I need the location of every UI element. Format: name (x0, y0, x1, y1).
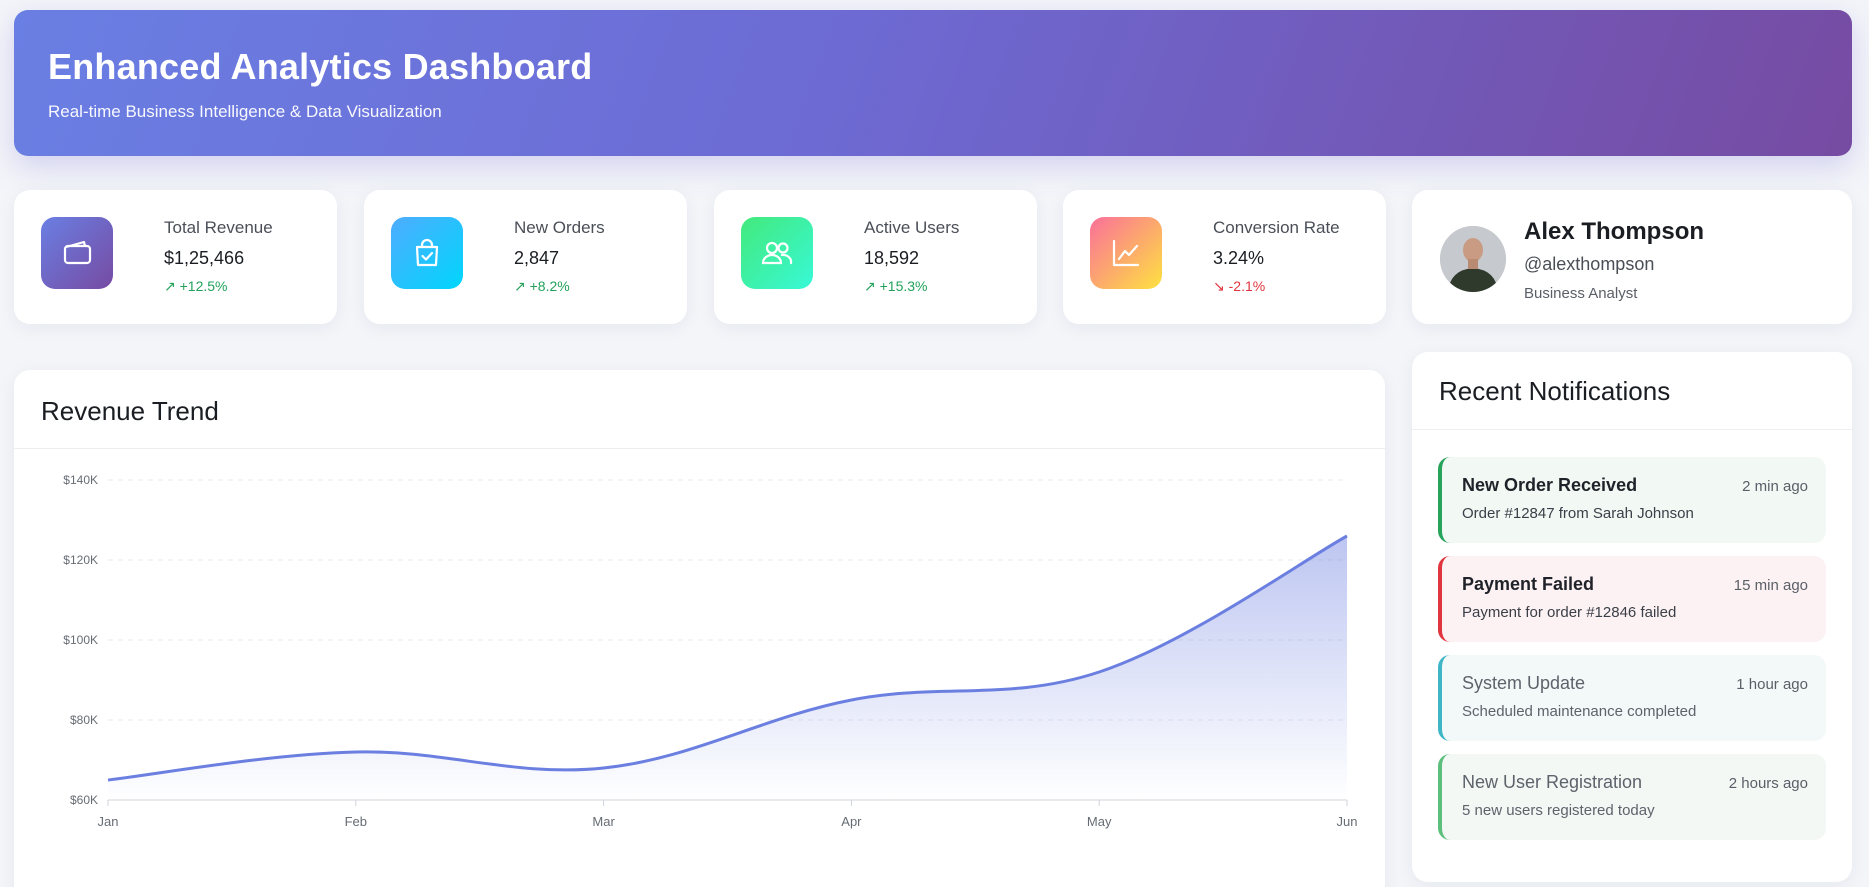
notification-item-new-user-registration[interactable]: New User Registration 2 hours ago 5 new … (1438, 754, 1826, 840)
notification-item-payment-failed[interactable]: Payment Failed 15 min ago Payment for or… (1438, 556, 1826, 642)
notification-title: Payment Failed (1462, 574, 1595, 594)
page-title: Enhanced Analytics Dashboard (48, 46, 593, 87)
notification-message: 5 new users registered today (1462, 802, 1655, 819)
y-tick-label: $120K (63, 553, 98, 567)
stat-change: ↗ +12.5% (164, 278, 228, 294)
stat-value: 3.24% (1213, 248, 1265, 268)
x-tick-label: Jan (98, 814, 119, 829)
user-profile-card[interactable]: Alex Thompson @alexthompson Business Ana… (1412, 190, 1852, 324)
revenue-area (108, 536, 1347, 800)
notification-time: 2 min ago (1742, 478, 1808, 495)
avatar[interactable] (1440, 226, 1506, 292)
page-subtitle: Real-time Business Intelligence & Data V… (48, 102, 442, 121)
notification-time: 15 min ago (1733, 577, 1808, 594)
stat-card-conversion-rate[interactable]: Conversion Rate 3.24% ↘ -2.1% (1063, 190, 1386, 324)
x-tick-label: Jun (1337, 814, 1358, 829)
stat-change: ↗ +8.2% (514, 278, 570, 294)
stat-label: New Orders (514, 218, 605, 237)
revenue-chart: $60K $80K $100K $120K $140K Jan Feb Mar Apr May Ju… (63, 473, 1358, 829)
notifications-panel: Recent Notifications New Order Received … (1412, 352, 1852, 882)
notification-title: New Order Received (1462, 475, 1638, 495)
stat-change: ↗ +15.3% (864, 278, 928, 294)
x-tick-label: Feb (345, 814, 367, 829)
notification-time: 2 hours ago (1728, 775, 1808, 792)
stat-card-new-orders[interactable]: New Orders 2,847 ↗ +8.2% (364, 190, 687, 324)
stat-value: $1,25,466 (164, 248, 245, 268)
stat-change: ↘ -2.1% (1213, 278, 1266, 294)
stat-label: Total Revenue (164, 218, 273, 237)
profile-handle: @alexthompson (1524, 254, 1655, 274)
shopping-bag-icon (391, 217, 463, 289)
stat-card-total-revenue[interactable]: Total Revenue $1,25,466 ↗ +12.5% (14, 190, 337, 324)
notification-message: Scheduled maintenance completed (1462, 703, 1697, 720)
profile-role: Business Analyst (1524, 285, 1638, 302)
chart-title: Revenue Trend (41, 396, 219, 426)
notification-time: 1 hour ago (1736, 676, 1808, 693)
notification-item-system-update[interactable]: System Update 1 hour ago Scheduled maint… (1438, 655, 1826, 741)
notification-title: System Update (1462, 673, 1586, 693)
users-icon (741, 217, 813, 289)
revenue-trend-card: Revenue Trend $60K $80K $100K $120K $140K Jan… (14, 370, 1385, 887)
stat-label: Active Users (864, 218, 960, 237)
y-tick-label: $60K (70, 793, 98, 807)
wallet-icon (41, 217, 113, 289)
profile-name: Alex Thompson (1524, 218, 1705, 245)
y-tick-label: $80K (70, 713, 98, 727)
line-chart-icon (1090, 217, 1162, 289)
stat-value: 2,847 (514, 248, 560, 268)
notification-message: Order #12847 from Sarah Johnson (1462, 505, 1694, 522)
stat-value: 18,592 (864, 248, 920, 268)
stat-card-active-users[interactable]: Active Users 18,592 ↗ +15.3% (714, 190, 1037, 324)
y-tick-label: $100K (63, 633, 98, 647)
notification-message: Payment for order #12846 failed (1462, 604, 1677, 621)
notifications-title: Recent Notifications (1439, 376, 1671, 406)
x-tick-label: May (1087, 814, 1112, 829)
notification-title: New User Registration (1462, 772, 1643, 792)
y-tick-label: $140K (63, 473, 98, 487)
stat-label: Conversion Rate (1213, 218, 1340, 237)
x-tick-label: Mar (592, 814, 615, 829)
dashboard-header: Enhanced Analytics Dashboard Real-time B… (14, 10, 1852, 156)
notification-item-new-order[interactable]: New Order Received 2 min ago Order #1284… (1438, 457, 1826, 543)
x-tick-label: Apr (841, 814, 862, 829)
